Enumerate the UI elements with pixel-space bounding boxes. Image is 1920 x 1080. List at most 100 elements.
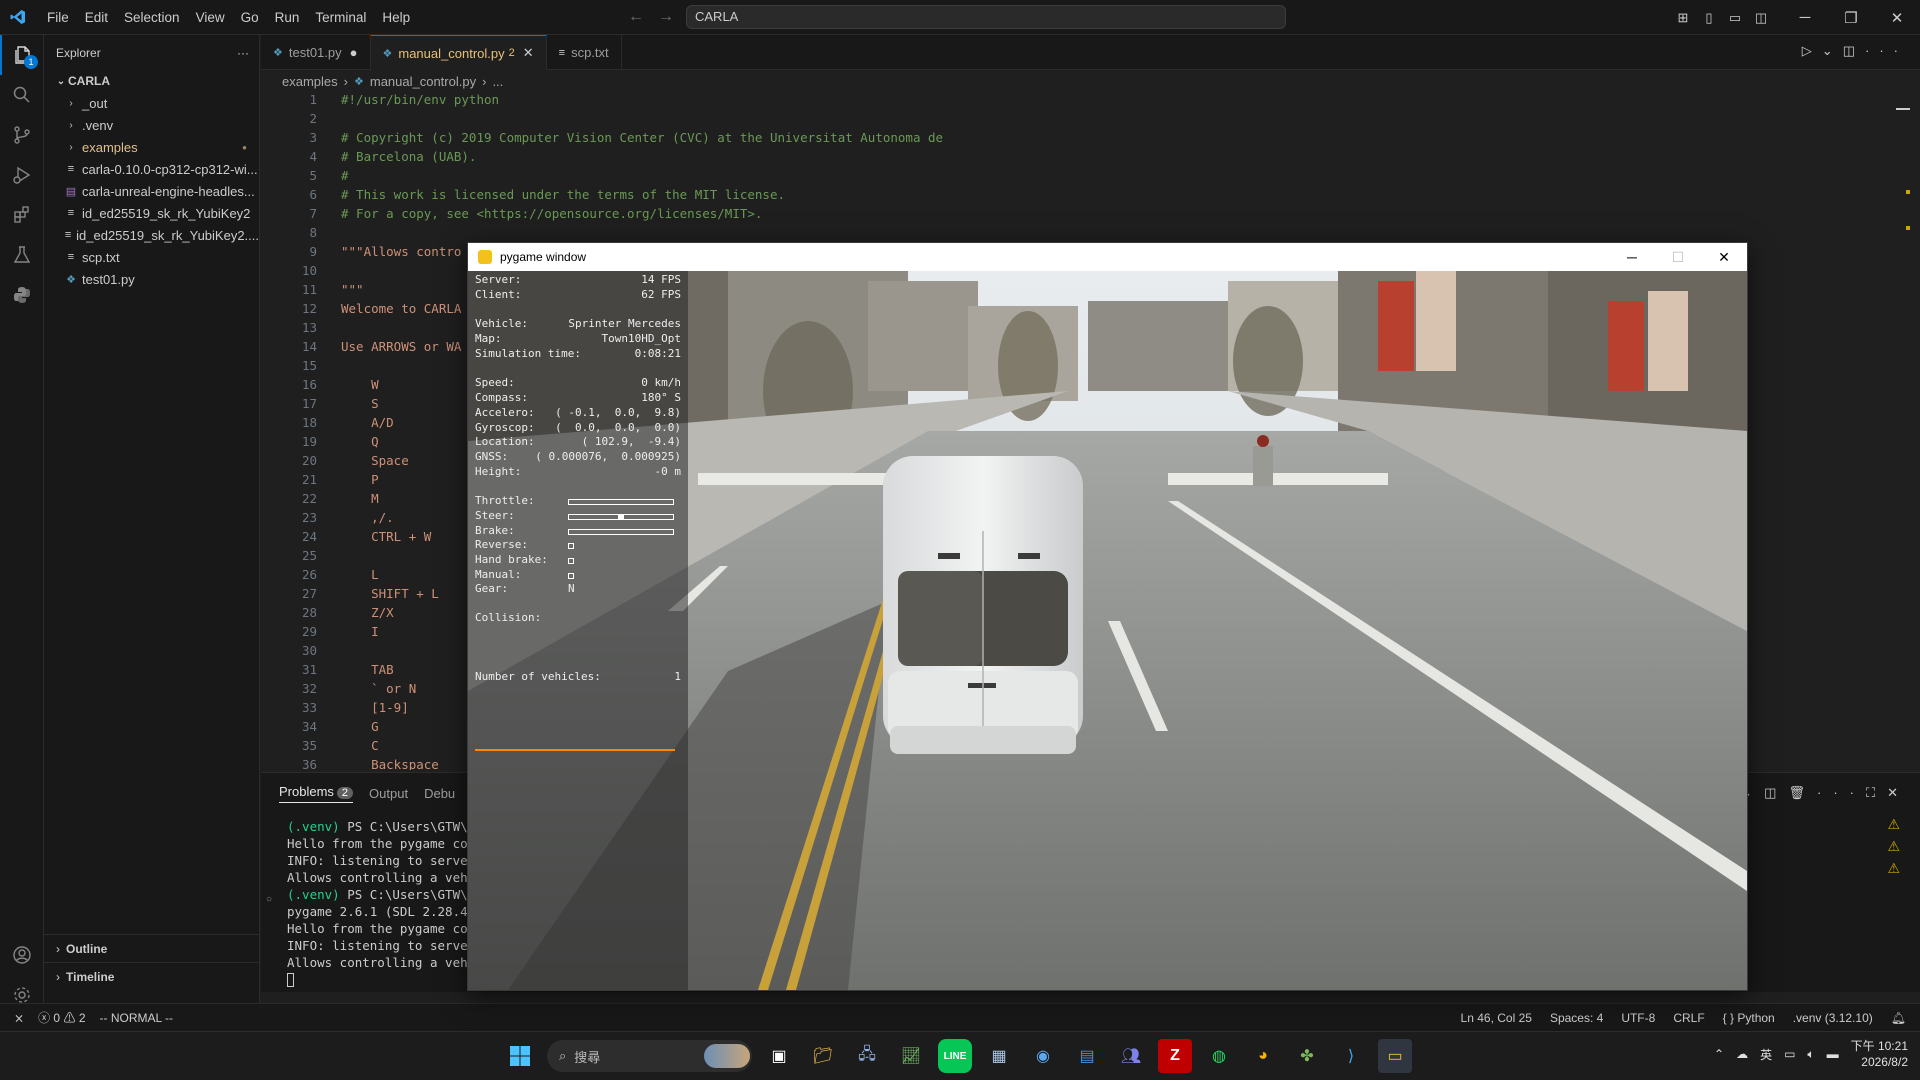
tree-item-carla-whl[interactable]: ≡ carla-0.10.0-cp312-cp312-wi... xyxy=(44,158,259,180)
split-editor-icon[interactable]: ◫ xyxy=(1843,43,1865,58)
notepad-icon[interactable]: ▤ xyxy=(1070,1039,1104,1073)
menu-help[interactable]: Help xyxy=(374,10,418,25)
search-activity[interactable] xyxy=(0,75,44,115)
tab-scp[interactable]: ≡ scp.txt xyxy=(547,35,622,70)
line-app-icon[interactable]: LINE xyxy=(938,1039,972,1073)
encoding[interactable]: UTF-8 xyxy=(1621,1011,1655,1025)
minimize-icon[interactable]: ─ xyxy=(1782,9,1828,26)
close-window-icon[interactable]: ✕ xyxy=(1874,9,1920,27)
file-explorer-icon[interactable]: 📁︎ xyxy=(806,1039,840,1073)
code-line[interactable]: 1 #!/usr/bin/env python xyxy=(261,90,1901,109)
remote-icon[interactable]: ⨯ xyxy=(14,1011,24,1025)
code-line[interactable]: 2 xyxy=(261,109,1901,128)
testing-activity[interactable] xyxy=(0,235,44,275)
run-debug-activity[interactable] xyxy=(0,155,44,195)
close-panel-icon[interactable]: ✕ xyxy=(1887,785,1910,800)
pygame-taskbar-icon[interactable]: ▭ xyxy=(1378,1039,1412,1073)
run-file-icon[interactable]: ▷ xyxy=(1802,43,1822,58)
tree-item-carla-unreal[interactable]: ▤ carla-unreal-engine-headles... xyxy=(44,180,259,202)
back-arrow-icon[interactable]: ← xyxy=(628,8,658,25)
breadcrumb-symbol[interactable]: ... xyxy=(492,74,503,89)
timeline-section[interactable]: › Timeline xyxy=(44,962,260,990)
chevron-down-icon[interactable]: ⌄ xyxy=(1822,43,1843,58)
outline-section[interactable]: › Outline xyxy=(44,934,260,962)
workspace-root[interactable]: ⌄ CARLA xyxy=(44,70,259,92)
command-center-search[interactable]: CARLA xyxy=(686,5,1286,29)
language-mode[interactable]: { } Python xyxy=(1723,1011,1775,1025)
calculator-icon[interactable]: ▦ xyxy=(982,1039,1016,1073)
tab-debug-console[interactable]: Debu xyxy=(424,786,455,801)
breadcrumb-folder[interactable]: examples xyxy=(282,74,338,89)
warning-icon[interactable]: ⚠ xyxy=(1887,813,1900,835)
cloud-offline-icon[interactable]: ☁ xyxy=(1736,1047,1748,1061)
tree-item-out[interactable]: › _out xyxy=(44,92,259,114)
more-actions-icon[interactable]: ··· xyxy=(1817,785,1866,800)
tree-item-examples[interactable]: › examples ● xyxy=(44,136,259,158)
tree-item-venv[interactable]: › .venv xyxy=(44,114,259,136)
chrome-icon[interactable]: ◕ xyxy=(1246,1039,1280,1073)
spotify-icon[interactable]: ◍ xyxy=(1202,1039,1236,1073)
chart-app-icon[interactable]: 📈︎ xyxy=(894,1039,928,1073)
extensions-activity[interactable] xyxy=(0,195,44,235)
editor-scrollbar[interactable] xyxy=(1896,90,1910,770)
task-view-icon[interactable]: ▣ xyxy=(762,1039,796,1073)
trash-icon[interactable]: 🗑 xyxy=(1788,785,1817,800)
toggle-secondary-sidebar-icon[interactable]: ◫ xyxy=(1748,10,1774,26)
menu-view[interactable]: View xyxy=(188,10,233,25)
tab-manual-control[interactable]: ❖ manual_control.py 2 ✕ xyxy=(370,35,547,70)
terminal-output[interactable]: (.venv) PS C:\Users\GTW\CA Hello from the… xyxy=(287,818,483,987)
code-line[interactable]: 5 # xyxy=(261,166,1901,185)
customize-layout-icon[interactable]: ⊞ xyxy=(1670,10,1696,26)
tab-output[interactable]: Output xyxy=(369,786,408,801)
source-control-activity[interactable] xyxy=(0,115,44,155)
code-line[interactable]: 6 # This work is licensed under the terms… xyxy=(261,185,1901,204)
forward-arrow-icon[interactable]: → xyxy=(658,8,688,25)
menu-terminal[interactable]: Terminal xyxy=(307,10,374,25)
maximize-panel-icon[interactable]: ⛶ xyxy=(1866,785,1887,800)
explorer-activity[interactable]: 1 xyxy=(0,35,44,75)
code-line[interactable]: 4 # Barcelona (UAB). xyxy=(261,147,1901,166)
warning-icon[interactable]: ⚠ xyxy=(1887,835,1900,857)
battery-icon[interactable]: ▬ xyxy=(1827,1047,1839,1061)
menu-go[interactable]: Go xyxy=(233,10,267,25)
taskbar-search[interactable]: ⌕ 搜尋 xyxy=(547,1040,752,1072)
menu-run[interactable]: Run xyxy=(267,10,308,25)
network-icon[interactable]: ▭ xyxy=(1784,1047,1795,1061)
line-ending[interactable]: CRLF xyxy=(1673,1011,1704,1025)
tool-app-icon[interactable]: ✤ xyxy=(1290,1039,1324,1073)
split-terminal-icon[interactable]: ◫ xyxy=(1764,785,1788,800)
more-actions-icon[interactable]: ··· xyxy=(1865,43,1908,58)
indentation[interactable]: Spaces: 4 xyxy=(1550,1011,1603,1025)
restore-icon[interactable]: ❐ xyxy=(1828,9,1874,27)
filezilla-icon[interactable]: Z xyxy=(1158,1039,1192,1073)
cursor-position[interactable]: Ln 46, Col 25 xyxy=(1461,1011,1532,1025)
chevron-up-icon[interactable]: ⌃ xyxy=(1714,1047,1724,1061)
code-line[interactable]: 8 xyxy=(261,223,1901,242)
accounts-activity[interactable] xyxy=(0,935,44,975)
input-language[interactable]: 英 xyxy=(1760,1046,1772,1063)
tab-test01[interactable]: ❖ test01.py ● xyxy=(261,35,371,70)
network-app-icon[interactable]: 🖧 xyxy=(850,1039,884,1073)
bell-icon[interactable]: 🔔︎ xyxy=(1891,1011,1906,1025)
volume-icon[interactable]: 🔈︎ xyxy=(1807,1047,1814,1062)
code-line[interactable]: 7 # For a copy, see <https://opensource.o… xyxy=(261,204,1901,223)
minimize-icon[interactable]: ─ xyxy=(1609,243,1655,271)
menu-edit[interactable]: Edit xyxy=(77,10,116,25)
explorer-more-icon[interactable]: ··· xyxy=(237,46,249,60)
close-tab-icon[interactable]: ✕ xyxy=(523,45,534,61)
code-line[interactable]: 3 # Copyright (c) 2019 Computer Vision Ce… xyxy=(261,128,1901,147)
tab-problems[interactable]: Problems 2 xyxy=(279,784,354,803)
breadcrumb-file[interactable]: manual_control.py xyxy=(370,74,476,89)
warning-icon[interactable]: ⚠ xyxy=(1887,857,1900,879)
toggle-panel-icon[interactable]: ▭ xyxy=(1722,10,1748,26)
tree-item-test01[interactable]: ❖ test01.py xyxy=(44,268,259,290)
clock[interactable]: 下午 10:21 2026/8/2 xyxy=(1851,1038,1908,1070)
tree-item-yubikey-pub[interactable]: ≡ id_ed25519_sk_rk_YubiKey2.... xyxy=(44,224,259,246)
teams-icon[interactable]: 👥︎ xyxy=(1114,1039,1148,1073)
python-activity[interactable] xyxy=(0,275,44,315)
python-interpreter[interactable]: .venv (3.12.10) xyxy=(1793,1011,1873,1025)
vscode-taskbar-icon[interactable]: ⟩ xyxy=(1334,1039,1368,1073)
tree-item-yubikey[interactable]: ≡ id_ed25519_sk_rk_YubiKey2 xyxy=(44,202,259,224)
pygame-window[interactable]: pygame window ─ ☐ ✕ Server: 14 FPS Clien… xyxy=(467,242,1748,991)
unsaved-dot-icon[interactable]: ● xyxy=(350,45,358,60)
